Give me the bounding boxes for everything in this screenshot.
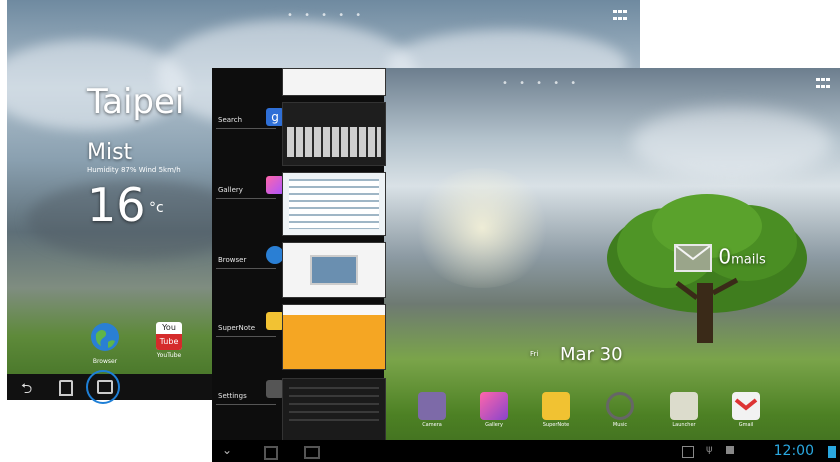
date-widget: Fri Mar 30 — [530, 344, 650, 368]
dock-gallery[interactable]: Gallery — [474, 392, 514, 428]
recent-label: Settings — [218, 392, 247, 400]
youtube-icon: You Tube — [156, 322, 182, 350]
dock-label: Gallery — [485, 422, 503, 428]
email-widget[interactable]: 0mails — [674, 244, 766, 272]
recent-label: Browser — [218, 256, 247, 264]
date-day: Fri — [530, 350, 539, 358]
recent-thumbnail — [282, 378, 386, 442]
home-icon[interactable] — [264, 446, 278, 460]
dock-label: Launcher — [672, 422, 696, 428]
status-clock[interactable]: 12:00 — [774, 443, 814, 459]
temperature-unit: °c — [149, 200, 164, 216]
recent-thumbnail — [282, 102, 386, 166]
cloud — [632, 108, 832, 178]
dock-launcher[interactable]: Launcher — [664, 392, 704, 428]
youtube-icon-top: You — [162, 323, 176, 332]
dock-label: Gmail — [738, 422, 754, 428]
app-youtube[interactable]: You Tube YouTube — [151, 322, 187, 359]
recent-label: Gallery — [218, 186, 243, 194]
dock-camera[interactable]: Camera — [412, 392, 452, 428]
mail-icon — [674, 244, 712, 272]
dock-label: Camera — [422, 422, 442, 428]
camera-icon — [418, 392, 446, 420]
chevron-down-icon[interactable]: ⌄ — [222, 443, 232, 457]
gmail-icon — [732, 392, 760, 420]
all-apps-icon[interactable] — [613, 10, 627, 22]
mail-count: 0 — [718, 244, 732, 269]
recent-thumbnail[interactable] — [282, 68, 386, 96]
highlight-circle — [86, 370, 120, 404]
mail-label: mails — [731, 252, 766, 268]
launcher-icon — [670, 392, 698, 420]
recent-thumbnail — [282, 242, 386, 298]
weather-city: Taipei — [87, 82, 185, 122]
recent-thumbnail — [282, 172, 386, 236]
dock-supernote[interactable]: SuperNote — [536, 392, 576, 428]
gallery-icon — [480, 392, 508, 420]
note-header — [283, 305, 385, 315]
recent-item-settings[interactable]: Settings — [212, 374, 386, 442]
back-icon[interactable]: ⮌ — [21, 378, 32, 400]
dock-label: Music — [612, 422, 628, 428]
home-icon[interactable] — [59, 380, 73, 396]
divider — [216, 128, 276, 129]
tablet-preview — [310, 255, 358, 285]
recent-item-gallery[interactable]: Gallery — [212, 172, 386, 242]
keyboard-preview — [287, 127, 381, 157]
usb-icon: ψ — [706, 444, 713, 455]
dock-gmail[interactable]: Gmail — [726, 392, 766, 428]
divider — [216, 198, 276, 199]
weather-condition: Mist — [87, 140, 133, 165]
globe-icon — [91, 323, 119, 351]
recent-item-browser[interactable]: Browser — [212, 242, 386, 312]
app-label: YouTube — [156, 352, 182, 359]
tree-illustration — [607, 194, 807, 343]
supernote-icon — [542, 392, 570, 420]
recent-apps-panel: Search g Gallery Browser SuperNote Setti… — [212, 68, 386, 442]
sun-glow — [412, 168, 552, 288]
battery-icon — [828, 446, 836, 458]
notification-icon — [726, 446, 734, 454]
document-preview — [289, 179, 379, 229]
all-apps-icon[interactable] — [816, 78, 830, 90]
weather-temperature: 16 — [87, 178, 146, 232]
divider — [216, 404, 276, 405]
recent-thumbnail — [282, 304, 386, 370]
date-text: Mar 30 — [560, 344, 623, 365]
app-label: Browser — [92, 358, 118, 365]
recent-item-supernote[interactable]: SuperNote — [212, 304, 386, 374]
divider — [216, 268, 276, 269]
screenshot-icon — [682, 446, 694, 458]
recent-apps-icon[interactable] — [304, 446, 320, 459]
recent-item-search[interactable]: Search g — [212, 102, 386, 172]
system-bar: ⌄ ψ 12:00 — [212, 440, 840, 462]
dock-label: SuperNote — [542, 422, 570, 428]
settings-preview — [289, 387, 379, 427]
divider — [216, 336, 276, 337]
youtube-icon-bottom: Tube — [156, 334, 182, 350]
recent-label: SuperNote — [218, 324, 256, 332]
app-browser[interactable]: Browser — [87, 322, 123, 365]
status-bar: • • • • • — [7, 0, 640, 30]
recent-label: Search — [218, 116, 243, 124]
front-home-screen: • • • • • 0mails Fri Mar 30 Search g Gal… — [212, 68, 840, 462]
headphones-icon — [606, 392, 634, 420]
dock-music[interactable]: Music — [600, 392, 640, 428]
weather-detail: Humidity 87% Wind 5km/h — [87, 166, 181, 174]
page-indicator: • • • • • — [287, 10, 366, 21]
page-indicator: • • • • • — [502, 78, 581, 89]
